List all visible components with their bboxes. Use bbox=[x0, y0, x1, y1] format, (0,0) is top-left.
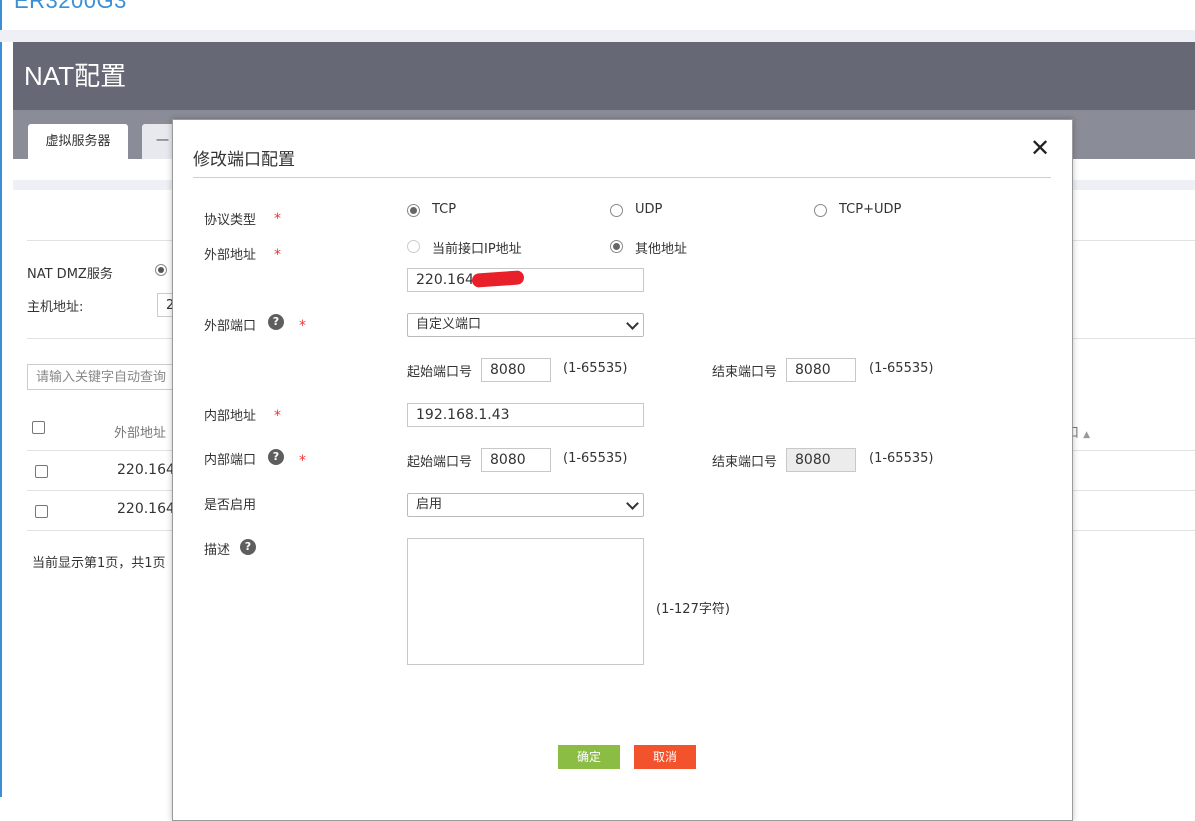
required-mark: * bbox=[299, 318, 306, 334]
row-checkbox[interactable] bbox=[35, 505, 48, 518]
required-mark: * bbox=[274, 211, 281, 227]
required-mark: * bbox=[299, 453, 306, 469]
internal-end-port-input: 8080 bbox=[786, 448, 856, 472]
dialog-divider bbox=[193, 177, 1051, 178]
chevron-down-icon bbox=[626, 317, 639, 330]
edit-port-dialog bbox=[172, 119, 1073, 821]
internal-end-port-label: 结束端口号 bbox=[712, 455, 778, 470]
dmz-label: NAT DMZ服务 bbox=[27, 267, 113, 282]
tab-virtual-server[interactable]: 虚拟服务器 bbox=[28, 124, 128, 159]
protocol-tcp-radio[interactable] bbox=[407, 204, 420, 217]
top-strip bbox=[0, 30, 1195, 42]
help-icon[interactable]: ? bbox=[240, 539, 256, 555]
sort-up-icon[interactable]: ▲ bbox=[1083, 430, 1090, 440]
confirm-button[interactable]: 确定 bbox=[558, 745, 620, 769]
internal-start-port-input[interactable]: 8080 bbox=[481, 448, 551, 472]
other-address-label[interactable]: 其他地址 bbox=[635, 238, 687, 257]
pagination-text: 当前显示第1页，共1页 bbox=[32, 556, 166, 571]
external-end-port-label: 结束端口号 bbox=[712, 365, 778, 380]
internal-start-port-label: 起始端口号 bbox=[407, 455, 473, 470]
enabled-label: 是否启用 bbox=[204, 498, 257, 513]
protocol-udp-radio[interactable] bbox=[610, 204, 623, 217]
column-header-external: 外部地址 bbox=[114, 426, 167, 441]
table-cell-external: 220.164. bbox=[117, 501, 180, 517]
external-start-port-input[interactable]: 8080 bbox=[481, 358, 551, 382]
description-label: 描述 bbox=[204, 543, 231, 558]
brand-title: ER3200G3 bbox=[14, 0, 127, 13]
protocol-tcpudp-label[interactable]: TCP+UDP bbox=[839, 202, 901, 217]
external-port-select[interactable]: 自定义端口 bbox=[407, 313, 644, 337]
select-all-checkbox[interactable] bbox=[32, 421, 45, 434]
enabled-select[interactable]: 启用 bbox=[407, 493, 644, 517]
external-end-port-input[interactable]: 8080 bbox=[786, 358, 856, 382]
host-label: 主机地址: bbox=[27, 300, 84, 315]
description-textarea[interactable] bbox=[407, 538, 644, 665]
external-start-port-label: 起始端口号 bbox=[407, 365, 473, 380]
row-checkbox[interactable] bbox=[35, 465, 48, 478]
internal-end-range-hint: (1-65535) bbox=[869, 451, 934, 466]
external-address-input[interactable]: 220.164. bbox=[407, 268, 644, 292]
dmz-radio[interactable] bbox=[155, 264, 167, 276]
external-end-range-hint: (1-65535) bbox=[869, 361, 934, 376]
internal-address-label: 内部地址 bbox=[204, 409, 257, 424]
external-address-label: 外部地址 bbox=[204, 248, 257, 263]
external-start-range-hint: (1-65535) bbox=[563, 361, 628, 376]
page-header bbox=[13, 42, 1195, 110]
table-cell-external: 220.164. bbox=[117, 462, 180, 478]
chevron-down-icon bbox=[626, 497, 639, 510]
other-address-radio[interactable] bbox=[610, 240, 623, 253]
protocol-udp-label[interactable]: UDP bbox=[635, 202, 662, 217]
protocol-label: 协议类型 bbox=[204, 213, 257, 228]
description-length-hint: (1-127字符) bbox=[656, 602, 730, 617]
help-icon[interactable]: ? bbox=[268, 449, 284, 465]
current-interface-ip-radio[interactable] bbox=[407, 240, 420, 253]
cancel-button[interactable]: 取消 bbox=[634, 745, 696, 769]
help-icon[interactable]: ? bbox=[268, 314, 284, 330]
page-title: NAT配置 bbox=[24, 61, 127, 91]
search-input[interactable]: 请输入关键字自动查询 bbox=[27, 364, 187, 390]
required-mark: * bbox=[274, 247, 281, 263]
protocol-tcpudp-radio[interactable] bbox=[814, 204, 827, 217]
internal-address-input[interactable]: 192.168.1.43 bbox=[407, 403, 644, 427]
close-icon[interactable]: ✕ bbox=[1028, 136, 1052, 160]
external-port-label: 外部端口 bbox=[204, 319, 257, 334]
dialog-title: 修改端口配置 bbox=[193, 150, 295, 170]
window-left-edge bbox=[0, 0, 2, 797]
protocol-tcp-label[interactable]: TCP bbox=[432, 202, 456, 217]
internal-start-range-hint: (1-65535) bbox=[563, 451, 628, 466]
required-mark: * bbox=[274, 408, 281, 424]
current-interface-ip-label[interactable]: 当前接口IP地址 bbox=[432, 238, 522, 257]
internal-port-label: 内部端口 bbox=[204, 453, 257, 468]
